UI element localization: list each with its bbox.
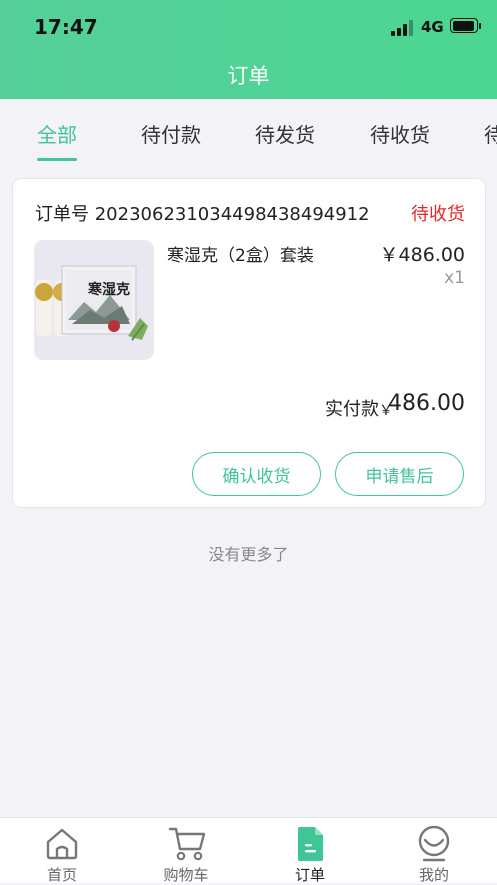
signal-strength-icon bbox=[391, 20, 417, 36]
page-title: 订单 bbox=[227, 64, 270, 88]
cart-icon bbox=[168, 827, 206, 861]
nav-item-orders[interactable]: 订单 bbox=[248, 818, 372, 884]
product-image-text: 寒湿克 bbox=[88, 281, 130, 298]
paid-label-text: 实付款 bbox=[325, 399, 379, 420]
nav-item-cart[interactable]: 购物车 bbox=[124, 818, 248, 884]
home-icon bbox=[46, 828, 78, 860]
nav-label-cart: 购物车 bbox=[163, 866, 209, 884]
confirm-receipt-button[interactable]: 确认收货 bbox=[192, 452, 321, 496]
tab-pending-shipment[interactable]: 待发货 bbox=[255, 119, 315, 148]
status-bar: 17:47 4G bbox=[0, 0, 497, 52]
product-image[interactable]: 寒湿克 bbox=[34, 240, 154, 360]
tab-all[interactable]: 全部 bbox=[37, 119, 77, 148]
tab-pending-review[interactable]: 待评价 bbox=[484, 119, 497, 148]
profile-icon bbox=[418, 825, 450, 862]
after-sale-button[interactable]: 申请售后 bbox=[335, 452, 464, 496]
nav-label-profile: 我的 bbox=[418, 866, 449, 884]
nav-label-home: 首页 bbox=[46, 866, 77, 884]
bottom-navigation: 首页 购物车 订单 我的 bbox=[0, 817, 497, 884]
battery-icon bbox=[450, 18, 481, 33]
product-price: ￥486.00 bbox=[379, 244, 465, 266]
order-document-icon bbox=[298, 827, 323, 861]
product-name[interactable]: 寒湿克（2盒）套装 bbox=[167, 241, 314, 266]
list-end-message: 没有更多了 bbox=[208, 545, 289, 564]
active-tab-indicator bbox=[37, 158, 77, 161]
nav-item-home[interactable]: 首页 bbox=[0, 818, 124, 884]
product-quantity: x1 bbox=[444, 268, 465, 288]
nav-item-profile[interactable]: 我的 bbox=[372, 818, 496, 884]
order-card[interactable]: 订单号 202306231034498438494912 待收货 寒湿克 寒湿克… bbox=[12, 178, 486, 508]
nav-label-orders: 订单 bbox=[294, 866, 325, 884]
paid-amount: 486.00 bbox=[388, 391, 465, 416]
tab-pending-receipt[interactable]: 待收货 bbox=[370, 119, 430, 148]
order-status-tabs: 全部 待付款 待发货 待收货 待评价 bbox=[0, 99, 497, 165]
order-number: 订单号 202306231034498438494912 bbox=[35, 200, 370, 226]
status-time: 17:47 bbox=[34, 15, 98, 39]
order-number-value: 202306231034498438494912 bbox=[94, 204, 370, 225]
paid-amount-label: 实付款￥ bbox=[325, 395, 393, 421]
tab-pending-payment[interactable]: 待付款 bbox=[141, 119, 201, 148]
order-status-badge: 待收货 bbox=[411, 204, 465, 225]
app-header: 17:47 4G 订单 bbox=[0, 0, 497, 99]
order-number-label: 订单号 bbox=[35, 204, 89, 225]
network-type: 4G bbox=[421, 18, 444, 36]
